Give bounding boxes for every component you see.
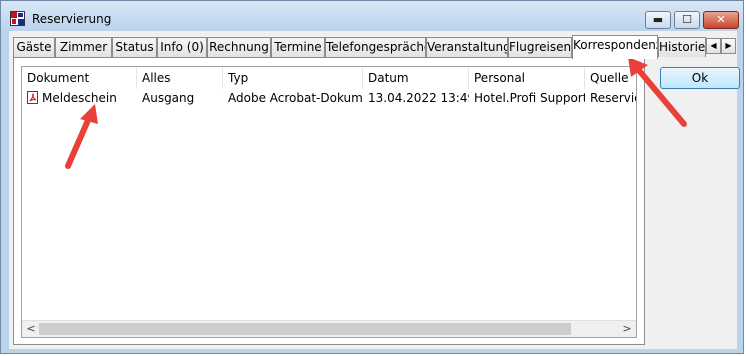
column-header-personal[interactable]: Personal [469, 67, 585, 89]
tab-historie[interactable]: Historie [658, 37, 706, 57]
table-row[interactable]: Meldeschein Ausgang Adobe Acrobat-Dokum.… [22, 89, 636, 107]
tab-status[interactable]: Status [112, 37, 157, 57]
maximize-button[interactable]: ☐ [674, 11, 700, 29]
window-title: Reservierung [32, 12, 112, 26]
column-header-datum[interactable]: Datum [363, 67, 469, 89]
cell-personal: Hotel.Profi Support [474, 91, 585, 105]
scroll-left-arrow-icon[interactable]: < [24, 323, 38, 336]
ok-button[interactable]: Ok [660, 67, 740, 89]
tab-gaeste[interactable]: Gäste [13, 37, 55, 57]
tab-veranstaltung[interactable]: Veranstaltung [426, 37, 508, 57]
tab-scroll-right-button[interactable]: ▶ [721, 38, 736, 54]
tab-korrespondenz[interactable]: Korrespondenz [572, 35, 658, 59]
tab-zimmer[interactable]: Zimmer [55, 37, 112, 57]
column-header-dokument[interactable]: Dokument [22, 67, 137, 89]
app-icon [10, 11, 25, 26]
tab-termine[interactable]: Termine [271, 37, 325, 57]
korrespondenz-panel: Dokument Alles Typ Datum Personal Quelle… [13, 57, 645, 345]
tab-rechnung[interactable]: Rechnung [207, 37, 271, 57]
horizontal-scrollbar[interactable]: < > [22, 320, 636, 337]
cell-dokument: Meldeschein [42, 91, 117, 105]
scrollbar-thumb[interactable] [39, 323, 571, 335]
tab-telefongespraeche[interactable]: Telefongespräche [325, 37, 426, 57]
cell-typ: Adobe Acrobat-Dokum... [228, 91, 363, 105]
cell-alles: Ausgang [142, 91, 195, 105]
cell-quelle: Reservierung [590, 91, 636, 105]
column-header-quelle[interactable]: Quelle [585, 67, 636, 89]
tab-info[interactable]: Info (0) [157, 37, 207, 57]
close-button[interactable]: ✕ [703, 11, 739, 29]
tab-scroll-left-button[interactable]: ◀ [706, 38, 721, 54]
tab-strip: Gäste Zimmer Status Info (0) Rechnung Te… [13, 35, 736, 59]
column-header-alles[interactable]: Alles [137, 67, 223, 89]
minimize-button[interactable]: ▬ [645, 11, 671, 29]
column-header-typ[interactable]: Typ [223, 67, 363, 89]
reservation-window: Reservierung ▬ ☐ ✕ Gäste Zimmer Status I… [0, 0, 744, 354]
document-list[interactable]: Dokument Alles Typ Datum Personal Quelle… [21, 66, 637, 338]
window-client: Gäste Zimmer Status Info (0) Rechnung Te… [9, 31, 740, 349]
cell-datum: 13.04.2022 13:49 [368, 91, 469, 105]
tab-flugreisen[interactable]: Flugreisen [508, 37, 572, 57]
scroll-right-arrow-icon[interactable]: > [620, 323, 634, 336]
title-bar[interactable]: Reservierung ▬ ☐ ✕ [1, 1, 743, 31]
